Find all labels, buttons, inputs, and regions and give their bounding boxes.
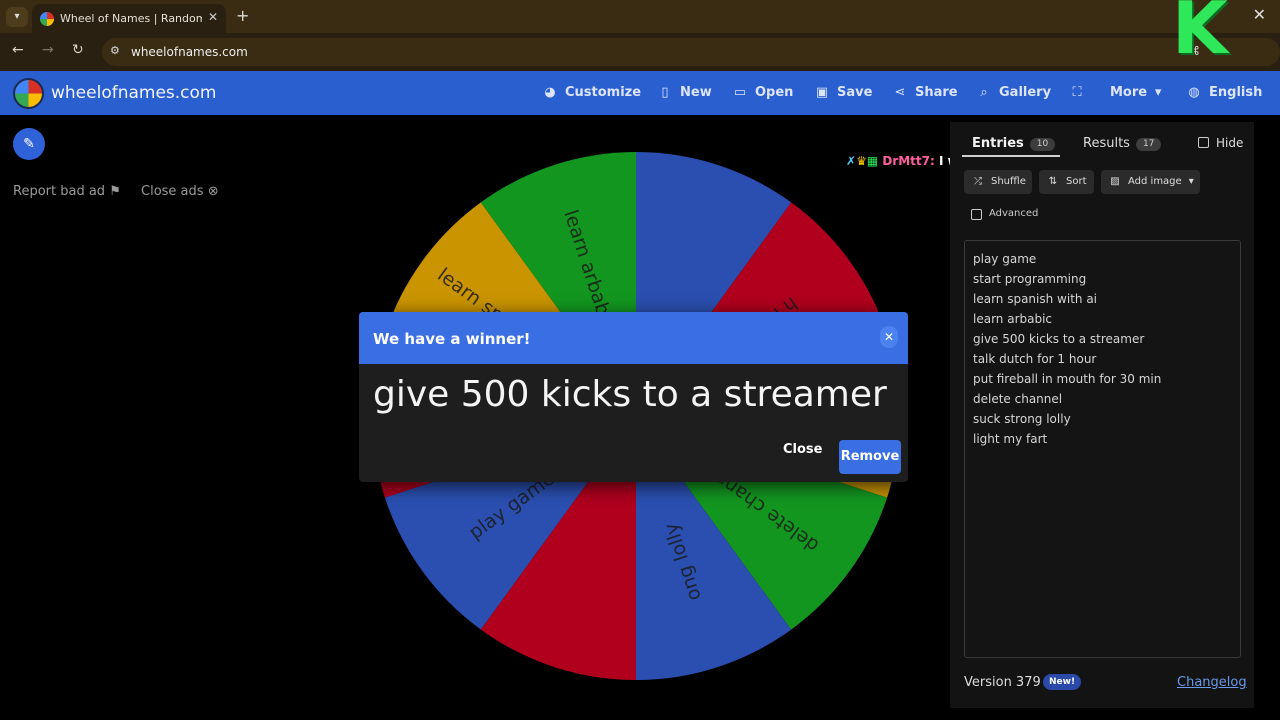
add-image-label: Add image bbox=[1128, 176, 1182, 187]
menu-new[interactable]: ▯ New bbox=[658, 85, 712, 100]
browser-tabstrip: ▾ Wheel of Names | Random name picker ✕ … bbox=[0, 0, 1280, 33]
report-bad-ad-label: Report bad ad bbox=[13, 184, 106, 199]
new-tab-icon[interactable]: + bbox=[236, 6, 249, 25]
pencil-icon: ✎ bbox=[23, 136, 35, 152]
shuffle-label: Shuffle bbox=[991, 176, 1026, 187]
chevron-down-icon: ▾ bbox=[1154, 85, 1162, 100]
tab-title: Wheel of Names | Random name picker bbox=[60, 12, 202, 25]
dialog-close-icon[interactable]: ✕ bbox=[880, 326, 898, 348]
flag-icon: ⚑ bbox=[109, 184, 121, 199]
tab-entries[interactable]: Entries 10 bbox=[972, 136, 1056, 151]
results-count-badge: 17 bbox=[1135, 138, 1162, 151]
streamer-k-logo: K bbox=[1172, 0, 1228, 70]
tab-results[interactable]: Results 17 bbox=[1083, 136, 1162, 151]
close-ads-link[interactable]: Close ads ⊗ bbox=[141, 184, 219, 199]
hide-checkbox[interactable] bbox=[1198, 137, 1209, 148]
menu-more[interactable]: More ▾ bbox=[1110, 85, 1165, 100]
save-icon: ▣ bbox=[815, 85, 829, 100]
reload-icon[interactable]: ↻ bbox=[72, 42, 84, 58]
app-header: wheelofnames.com ◕ Customize ▯ New ▭ Open ▣… bbox=[0, 71, 1280, 115]
advanced-checkbox[interactable] bbox=[971, 209, 982, 220]
folder-icon: ▭ bbox=[733, 85, 747, 100]
file-icon: ▯ bbox=[661, 85, 669, 100]
sword-icon: ✗ bbox=[846, 154, 857, 168]
entry-line: delete channel bbox=[973, 392, 1063, 406]
close-button[interactable]: Close bbox=[783, 442, 822, 457]
entries-count-badge: 10 bbox=[1029, 138, 1056, 151]
hide-label: Hide bbox=[1216, 136, 1244, 150]
entry-line: light my fart bbox=[973, 432, 1048, 446]
entries-panel: Entries 10 Results 17 Hide ⤮ Shuffle ⇅ Sort … bbox=[950, 122, 1254, 708]
menu-customize-label: Customize bbox=[565, 85, 642, 100]
close-circle-icon: ⊗ bbox=[207, 184, 219, 199]
menu-save[interactable]: ▣ Save bbox=[815, 85, 873, 100]
shuffle-icon: ⤮ bbox=[974, 176, 982, 187]
site-info-icon[interactable]: ⚙ bbox=[110, 44, 120, 57]
entries-textarea[interactable]: play game start programming learn spanis… bbox=[964, 240, 1241, 658]
tab-entries-label: Entries bbox=[972, 136, 1024, 151]
badge-icon: ▦ bbox=[866, 154, 879, 168]
add-image-button[interactable]: ▨ Add image ▾ bbox=[1101, 170, 1200, 194]
version-text: Version 379 bbox=[964, 675, 1041, 690]
entry-line: give 500 kicks to a streamer bbox=[973, 332, 1145, 346]
search-icon: ⌕ bbox=[980, 85, 988, 100]
browser-tab[interactable]: Wheel of Names | Random name picker ✕ bbox=[32, 4, 226, 33]
winner-text: give 500 kicks to a streamer bbox=[373, 374, 887, 415]
menu-gallery-label: Gallery bbox=[999, 85, 1052, 100]
changelog-link[interactable]: Changelog bbox=[1177, 675, 1247, 690]
remove-button[interactable]: Remove bbox=[839, 440, 901, 474]
close-ads-label: Close ads bbox=[141, 184, 204, 199]
globe-icon: ◍ bbox=[1188, 85, 1200, 100]
menu-language[interactable]: ◍ English bbox=[1187, 85, 1262, 100]
report-bad-ad-link[interactable]: Report bad ad ⚑ bbox=[13, 184, 121, 199]
entry-line: suck strong lolly bbox=[973, 412, 1071, 426]
chevron-down-icon: ▾ bbox=[1188, 176, 1194, 187]
menu-share[interactable]: ⋖ Share bbox=[893, 85, 958, 100]
sort-icon: ⇅ bbox=[1048, 176, 1058, 187]
new-badge: New! bbox=[1043, 674, 1082, 690]
menu-fullscreen[interactable]: ⛶ bbox=[1070, 85, 1092, 100]
entry-line: talk dutch for 1 hour bbox=[973, 352, 1097, 366]
menu-gallery[interactable]: ⌕ Gallery bbox=[977, 85, 1051, 100]
entry-line: learn spanish with ai bbox=[973, 292, 1098, 306]
entry-line: play game bbox=[973, 252, 1037, 266]
favicon-icon bbox=[40, 12, 54, 26]
address-bar[interactable]: ⚙ wheelofnames.com ⌘ bbox=[102, 38, 1280, 66]
fullscreen-icon: ⛶ bbox=[1072, 85, 1082, 100]
forward-icon[interactable]: → bbox=[42, 42, 54, 58]
entry-line: learn arbabic bbox=[973, 312, 1053, 326]
tab-results-label: Results bbox=[1083, 136, 1130, 151]
menu-new-label: New bbox=[680, 85, 712, 100]
advanced-label: Advanced bbox=[989, 208, 1039, 219]
back-icon[interactable]: ← bbox=[12, 42, 24, 58]
brand-name[interactable]: wheelofnames.com bbox=[51, 83, 216, 103]
brand-logo-icon[interactable] bbox=[13, 78, 44, 109]
browser-toolbar: ← → ↻ ⚙ wheelofnames.com ⌘ bbox=[0, 33, 1280, 71]
tab-search-button[interactable]: ▾ bbox=[6, 7, 28, 27]
sort-label: Sort bbox=[1066, 176, 1087, 187]
dialog-title: We have a winner! bbox=[373, 330, 531, 348]
menu-open-label: Open bbox=[755, 85, 794, 100]
menu-open[interactable]: ▭ Open bbox=[733, 85, 794, 100]
image-icon: ▨ bbox=[1110, 176, 1120, 187]
chat-username: DrMtt7: bbox=[882, 154, 935, 168]
edit-button[interactable]: ✎ bbox=[13, 128, 45, 160]
close-tab-icon[interactable]: ✕ bbox=[208, 10, 218, 24]
url-text: wheelofnames.com bbox=[131, 45, 248, 59]
entry-line: start programming bbox=[973, 272, 1087, 286]
crown-icon: ♛ bbox=[856, 154, 867, 168]
menu-more-label: More bbox=[1110, 85, 1148, 100]
menu-save-label: Save bbox=[837, 85, 873, 100]
menu-language-label: English bbox=[1209, 85, 1263, 100]
menu-customize[interactable]: ◕ Customize bbox=[543, 85, 641, 100]
sort-button[interactable]: ⇅ Sort bbox=[1039, 170, 1094, 194]
palette-icon: ◕ bbox=[544, 85, 556, 100]
menu-share-label: Share bbox=[915, 85, 958, 100]
share-icon: ⋖ bbox=[894, 85, 906, 100]
dialog-header: We have a winner! ✕ bbox=[359, 312, 908, 364]
entry-line: put fireball in mouth for 30 min bbox=[973, 372, 1162, 386]
winner-dialog: We have a winner! ✕ give 500 kicks to a … bbox=[359, 312, 908, 482]
shuffle-button[interactable]: ⤮ Shuffle bbox=[964, 170, 1032, 194]
active-tab-indicator bbox=[962, 155, 1060, 157]
